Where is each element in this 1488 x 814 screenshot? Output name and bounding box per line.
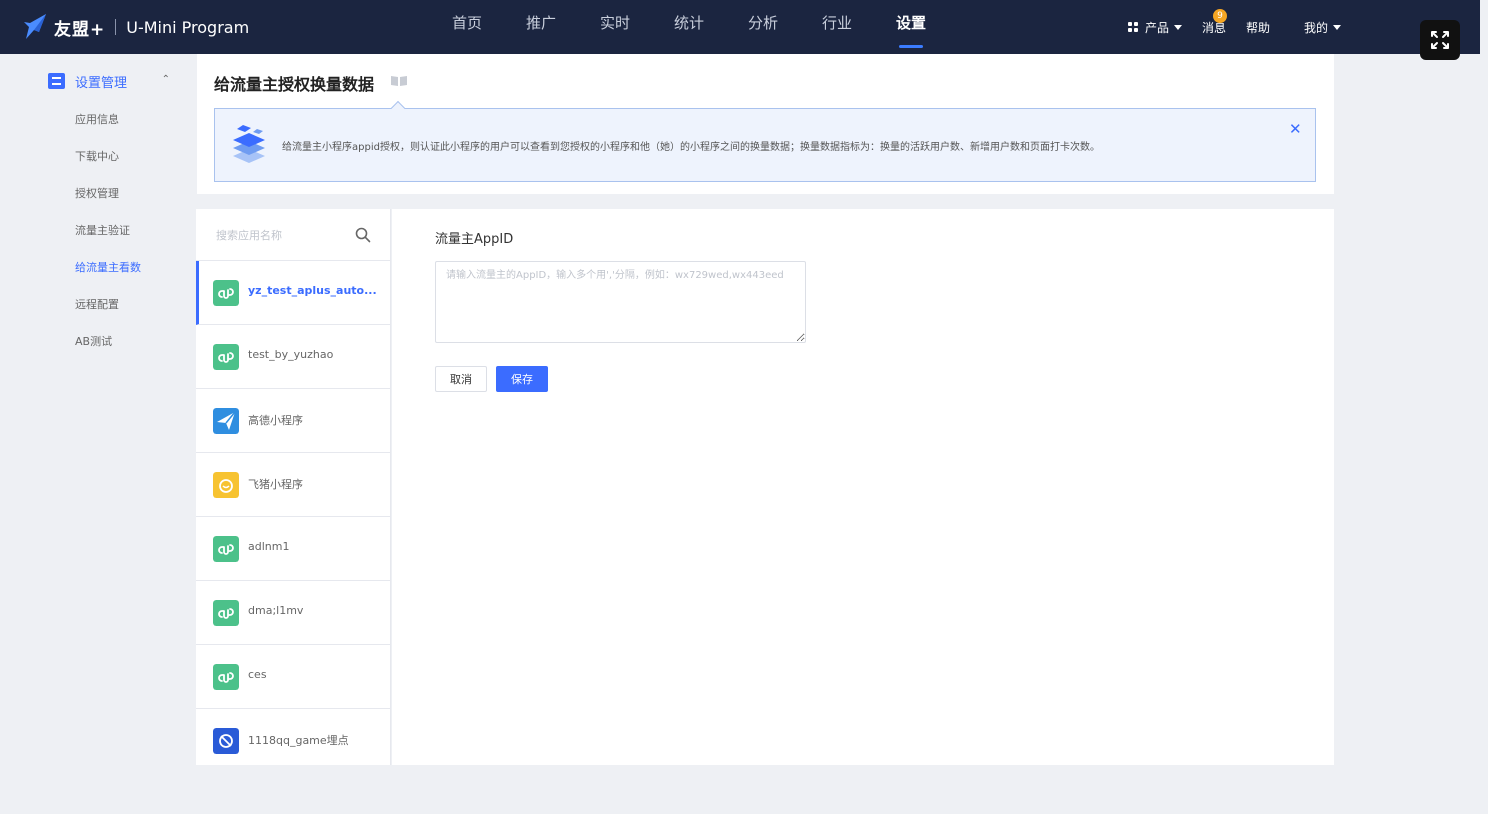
book-icon[interactable] <box>390 75 408 87</box>
app-name: dma;l1mv <box>248 604 304 617</box>
app-name: ces <box>248 668 267 681</box>
notice-text: 给流量主小程序appid授权，则认证此小程序的用户可以查看到您授权的小程序和他（… <box>282 142 1100 153</box>
game-icon <box>213 728 239 754</box>
page-title: 给流量主授权换量数据 <box>214 75 375 94</box>
nav-statistics[interactable]: 统计 <box>652 0 726 54</box>
link-icon <box>213 280 239 306</box>
amap-icon <box>213 408 239 434</box>
message-count-badge: 9 <box>1213 8 1228 23</box>
fullscreen-button[interactable] <box>1420 20 1460 60</box>
grid-icon <box>1128 22 1138 32</box>
products-dropdown[interactable]: 产品 <box>1128 19 1183 36</box>
app-list-item[interactable]: adlnm1 <box>196 517 390 581</box>
nav-home[interactable]: 首页 <box>430 0 504 54</box>
app-name: adlnm1 <box>248 540 290 553</box>
nav-realtime[interactable]: 实时 <box>578 0 652 54</box>
app-name: 高德小程序 <box>248 414 303 427</box>
search-icon[interactable] <box>355 227 371 243</box>
main-nav: 首页 推广 实时 统计 分析 行业 设置 <box>430 0 948 54</box>
sidebar-item-ab-test[interactable]: AB测试 <box>75 333 112 349</box>
sidebar-item-app-info[interactable]: 应用信息 <box>75 111 119 127</box>
products-label: 产品 <box>1145 20 1170 35</box>
logo[interactable]: 友盟+ U-Mini Program <box>22 12 249 42</box>
app-name: 1118qq_game埋点 <box>248 734 349 747</box>
umeng-logo-icon <box>24 14 46 39</box>
app-search <box>196 209 390 261</box>
page-header-card: 给流量主授权换量数据 给流量主小程序appid授权，则认证此小程序的用户可以查看… <box>197 54 1334 194</box>
app-list: yz_test_aplus_auto... test_by_yuzhao 高德小… <box>196 209 391 765</box>
messages-link[interactable]: 消息 9 <box>1202 8 1228 36</box>
sidebar-item-authorization[interactable]: 授权管理 <box>75 185 119 201</box>
nav-industry[interactable]: 行业 <box>800 0 874 54</box>
nav-promotion[interactable]: 推广 <box>504 0 578 54</box>
fliggy-icon <box>213 472 239 498</box>
appid-label: 流量主AppID <box>435 232 514 247</box>
app-name: yz_test_aplus_auto... <box>248 284 377 297</box>
app-name: test_by_yuzhao <box>248 348 334 361</box>
fullscreen-icon <box>1431 31 1449 49</box>
top-right-menu: 产品 消息 9 帮助 我的 <box>1128 0 1361 54</box>
mine-dropdown[interactable]: 我的 <box>1304 19 1342 36</box>
link-icon <box>213 664 239 690</box>
sidebar-section-settings[interactable]: 设置管理 ⌃ <box>48 71 178 91</box>
layers-illustration-icon <box>233 125 265 163</box>
brand-name: 友盟+ <box>54 19 106 40</box>
caret-down-icon <box>1333 24 1342 30</box>
appid-textarea[interactable] <box>435 261 806 343</box>
notice-banner: 给流量主小程序appid授权，则认证此小程序的用户可以查看到您授权的小程序和他（… <box>214 108 1316 182</box>
sidebar-item-remote-config[interactable]: 远程配置 <box>75 296 119 312</box>
link-icon <box>213 600 239 626</box>
app-list-item[interactable]: ces <box>196 645 390 709</box>
close-icon[interactable]: ✕ <box>1289 120 1302 138</box>
sidebar-item-traffic-verify[interactable]: 流量主验证 <box>75 222 130 238</box>
app-list-item[interactable]: 1118qq_game埋点 <box>196 709 390 765</box>
help-link[interactable]: 帮助 <box>1246 19 1270 36</box>
nav-analysis[interactable]: 分析 <box>726 0 800 54</box>
sidebar-item-download-center[interactable]: 下载中心 <box>75 148 119 164</box>
app-list-item[interactable]: yz_test_aplus_auto... <box>196 261 390 325</box>
app-name: 飞猪小程序 <box>248 478 303 491</box>
top-navbar: 友盟+ U-Mini Program 首页 推广 实时 统计 分析 行业 设置 … <box>0 0 1480 54</box>
link-icon <box>213 344 239 370</box>
chevron-up-icon[interactable]: ⌃ <box>162 74 170 85</box>
logo-divider <box>115 19 117 35</box>
sidebar-section-label: 设置管理 <box>75 75 128 91</box>
nav-settings[interactable]: 设置 <box>874 0 948 54</box>
app-list-item[interactable]: 高德小程序 <box>196 389 390 453</box>
appid-form: 流量主AppID 取消 保存 <box>392 209 1334 765</box>
app-list-item[interactable]: 飞猪小程序 <box>196 453 390 517</box>
cancel-button[interactable]: 取消 <box>435 366 487 392</box>
search-input[interactable] <box>216 225 346 245</box>
save-button[interactable]: 保存 <box>496 366 548 392</box>
sidebar-item-traffic-data[interactable]: 给流量主看数 <box>75 259 141 275</box>
app-list-item[interactable]: test_by_yuzhao <box>196 325 390 389</box>
app-list-item[interactable]: dma;l1mv <box>196 581 390 645</box>
link-icon <box>213 536 239 562</box>
caret-down-icon <box>1174 24 1183 30</box>
help-label: 帮助 <box>1246 20 1271 35</box>
settings-list-icon <box>48 73 65 89</box>
sidebar: 设置管理 ⌃ 应用信息 下载中心 授权管理 流量主验证 给流量主看数 远程配置 … <box>0 54 196 814</box>
product-name: U-Mini Program <box>126 17 250 37</box>
mine-label: 我的 <box>1304 20 1329 35</box>
